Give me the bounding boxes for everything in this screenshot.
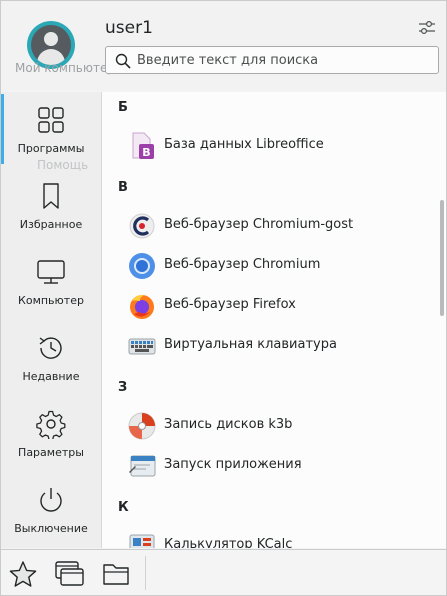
computer-icon [37, 260, 65, 284]
list-item[interactable]: Веб-браузер Firefox [102, 286, 446, 326]
search-icon [115, 53, 131, 69]
category-sidebar: Помощь Программы Избранное Компьютер Нед… [1, 92, 102, 548]
list-item[interactable]: Виртуальная клавиатура [102, 326, 446, 366]
list-item[interactable]: Запись дисков k3b [102, 406, 446, 446]
app-name: Веб-браузер Firefox [164, 297, 296, 312]
bookmark-icon [43, 183, 59, 209]
list-item[interactable]: Веб-браузер Chromium [102, 246, 446, 286]
sidebar-item-settings[interactable]: Параметры [1, 396, 101, 471]
run-app-icon [129, 455, 156, 477]
section-header: В [118, 180, 128, 195]
app-name: Калькулятор KCalc [164, 537, 293, 548]
app-name: Виртуальная клавиатура [164, 337, 337, 352]
applications-windows-icon[interactable] [53, 559, 85, 589]
section-header: Б [118, 100, 128, 115]
tab-separator [145, 556, 146, 590]
app-name: Запись дисков k3b [164, 417, 293, 432]
list-item[interactable]: Калькулятор KCalc [102, 526, 446, 548]
section-header: З [118, 380, 128, 395]
kcalc-icon [129, 534, 155, 548]
apps-grid-icon [38, 107, 64, 133]
list-item[interactable]: Веб-браузер Chromium-gost [102, 206, 446, 246]
chromium-icon [129, 253, 155, 279]
sidebar-item-label: Избранное [19, 218, 83, 231]
libreoffice-base-icon: B [132, 132, 154, 159]
sidebar-item-programs[interactable]: Программы [1, 92, 101, 167]
gear-icon [36, 410, 66, 439]
app-name: Запуск приложения [164, 457, 302, 472]
sidebar-item-label: Выключение [14, 522, 88, 535]
ghost-label-computer: Мой компьютер [15, 61, 115, 75]
application-list[interactable]: Б B База данных Libreoffice В Веб-браузе… [102, 92, 446, 548]
folder-icon[interactable] [101, 559, 133, 589]
sidebar-item-recent[interactable]: Недавние [1, 320, 101, 395]
configure-sliders-icon[interactable] [418, 19, 436, 37]
sidebar-item-label: Недавние [22, 370, 80, 383]
power-icon [40, 488, 62, 512]
app-name: Веб-браузер Chromium [164, 257, 321, 272]
sidebar-item-label: Программы [17, 142, 85, 155]
sidebar-item-shutdown[interactable]: Выключение [1, 472, 101, 547]
sidebar-item-label: Компьютер [18, 294, 84, 307]
launcher-header: Мой компьютер user1 [1, 1, 446, 91]
search-input[interactable] [137, 47, 432, 73]
favorites-star-icon[interactable] [7, 559, 39, 589]
app-name: База данных Libreoffice [164, 137, 324, 152]
launcher-window: Мой компьютер user1 Помощь Прог [0, 0, 447, 596]
list-item[interactable]: B База данных Libreoffice [102, 126, 446, 166]
k3b-icon [128, 412, 156, 440]
keyboard-icon [128, 338, 156, 355]
username: user1 [105, 18, 153, 38]
sidebar-item-label: Параметры [18, 446, 84, 459]
bottom-tab-bar [1, 549, 446, 595]
history-icon [39, 337, 62, 359]
firefox-icon [130, 294, 154, 319]
chromium-gost-icon [129, 213, 155, 239]
user-silhouette-icon [31, 25, 71, 65]
search-field[interactable] [105, 46, 439, 74]
section-header: К [118, 500, 129, 515]
list-scrollbar[interactable] [440, 200, 444, 316]
app-name: Веб-браузер Chromium-gost [164, 217, 354, 232]
list-item[interactable]: Запуск приложения [102, 446, 446, 486]
sidebar-item-computer[interactable]: Компьютер [1, 244, 101, 319]
sidebar-item-favorites[interactable]: Избранное [1, 168, 101, 243]
svg-text:B: B [142, 146, 150, 159]
